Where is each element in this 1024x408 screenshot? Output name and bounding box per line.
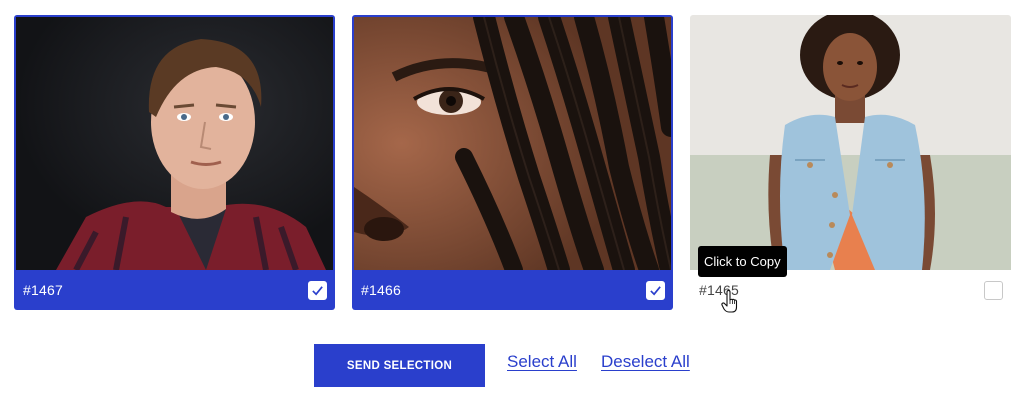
send-selection-button[interactable]: SEND SELECTION	[314, 344, 485, 387]
image-card-1467[interactable]: #1467	[14, 15, 335, 310]
photo-portrait-man[interactable]	[16, 17, 333, 270]
hand-pointer-icon	[721, 290, 738, 313]
deselect-all-link[interactable]: Deselect All	[601, 352, 690, 372]
checkmark-icon	[312, 285, 323, 295]
select-checkbox[interactable]	[646, 280, 665, 300]
select-checkbox[interactable]	[308, 280, 327, 300]
copy-tooltip: Click to Copy	[698, 246, 787, 277]
card-footer: #1466	[352, 270, 673, 310]
card-footer: #1467	[14, 270, 335, 310]
image-selection-grid: #1467 #1466 #1465 Click to Copy SEND SEL…	[0, 0, 1024, 408]
checkmark-icon	[650, 285, 661, 295]
select-all-link[interactable]: Select All	[507, 352, 577, 372]
image-card-1466[interactable]: #1466	[352, 15, 673, 310]
photo-woman-denim-vest[interactable]	[690, 15, 1011, 270]
image-number[interactable]: #1466	[361, 282, 401, 298]
image-number[interactable]: #1467	[23, 282, 63, 298]
photo-closeup-face[interactable]	[354, 17, 671, 270]
select-checkbox[interactable]	[984, 280, 1003, 300]
